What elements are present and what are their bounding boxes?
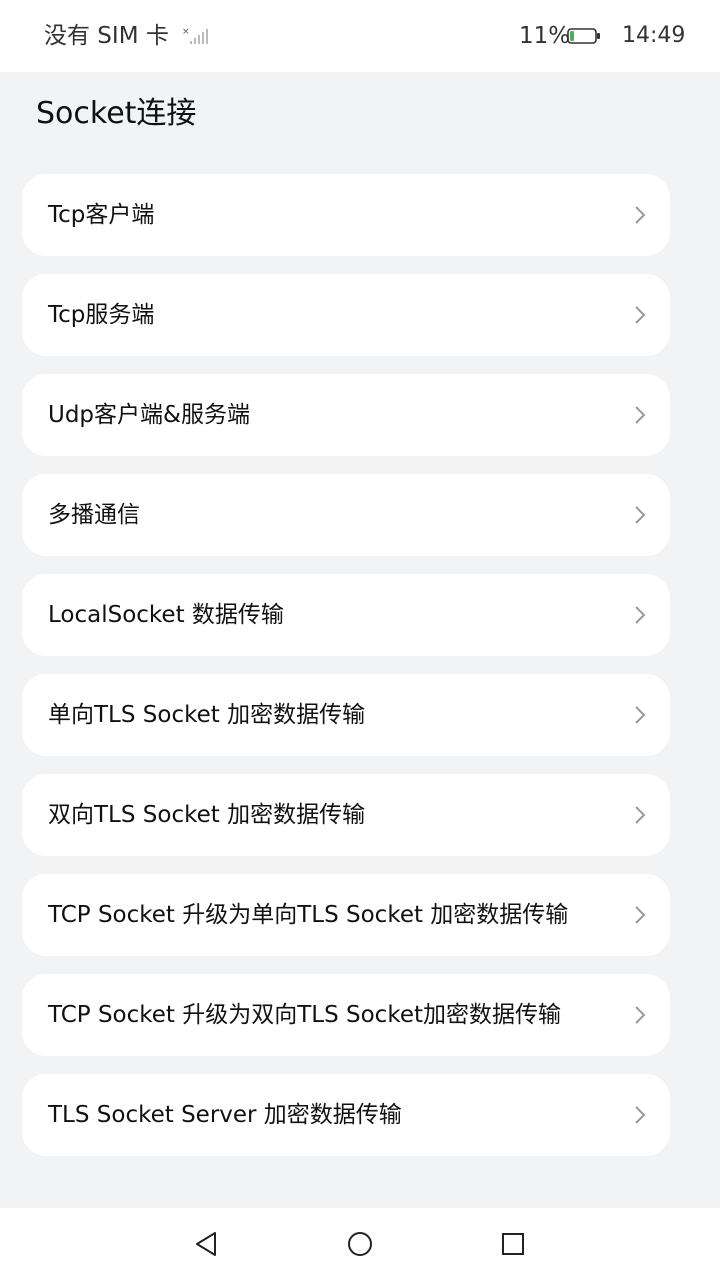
menu-item-label: 多播通信	[48, 502, 140, 528]
no-signal-icon: ×	[182, 27, 208, 44]
chevron-right-icon	[635, 306, 646, 324]
menu-item-tcp-client[interactable]: Tcp客户端	[22, 174, 670, 256]
menu-item-label: 单向TLS Socket 加密数据传输	[48, 702, 366, 728]
menu-item-tcp-server[interactable]: Tcp服务端	[22, 274, 670, 356]
chevron-right-icon	[635, 206, 646, 224]
menu-item-two-way-tls[interactable]: 双向TLS Socket 加密数据传输	[22, 774, 670, 856]
menu-item-multicast[interactable]: 多播通信	[22, 474, 670, 556]
menu-item-tcp-upgrade-one-way-tls[interactable]: TCP Socket 升级为单向TLS Socket 加密数据传输	[22, 874, 670, 956]
back-triangle-icon[interactable]	[190, 1228, 222, 1260]
menu-item-udp[interactable]: Udp客户端&服务端	[22, 374, 670, 456]
battery-low-icon	[567, 28, 600, 44]
home-circle-icon[interactable]	[344, 1228, 376, 1260]
carrier-text: 没有 SIM 卡	[44, 23, 169, 49]
menu-item-local-socket[interactable]: LocalSocket 数据传输	[22, 574, 670, 656]
menu-item-label: TLS Socket Server 加密数据传输	[48, 1102, 402, 1128]
menu-item-tcp-upgrade-two-way-tls[interactable]: TCP Socket 升级为双向TLS Socket加密数据传输	[22, 974, 670, 1056]
chevron-right-icon	[635, 906, 646, 924]
menu-item-label: Tcp服务端	[48, 302, 155, 328]
menu-item-one-way-tls[interactable]: 单向TLS Socket 加密数据传输	[22, 674, 670, 756]
menu-item-label: 双向TLS Socket 加密数据传输	[48, 802, 366, 828]
chevron-right-icon	[635, 406, 646, 424]
battery-percent: 11%	[519, 23, 571, 49]
status-bar: 没有 SIM 卡 × 11% 14:49	[0, 0, 720, 72]
svg-text:×: ×	[182, 27, 190, 37]
navigation-bar	[0, 1208, 720, 1280]
page-title: Socket连接	[36, 96, 197, 131]
menu-item-label: LocalSocket 数据传输	[48, 602, 284, 628]
chevron-right-icon	[635, 706, 646, 724]
chevron-right-icon	[635, 1106, 646, 1124]
chevron-right-icon	[635, 506, 646, 524]
socket-menu-list: Tcp客户端 Tcp服务端 Udp客户端&服务端 多播通信 LocalSocke…	[22, 174, 670, 1174]
clock: 14:49	[622, 23, 686, 48]
menu-item-label: Udp客户端&服务端	[48, 402, 250, 428]
menu-item-tls-server[interactable]: TLS Socket Server 加密数据传输	[22, 1074, 670, 1156]
chevron-right-icon	[635, 606, 646, 624]
chevron-right-icon	[635, 1006, 646, 1024]
menu-item-label: TCP Socket 升级为单向TLS Socket 加密数据传输	[48, 902, 569, 928]
menu-item-label: TCP Socket 升级为双向TLS Socket加密数据传输	[48, 1002, 561, 1028]
menu-item-label: Tcp客户端	[48, 202, 155, 228]
recents-square-icon[interactable]	[497, 1228, 529, 1260]
chevron-right-icon	[635, 806, 646, 824]
